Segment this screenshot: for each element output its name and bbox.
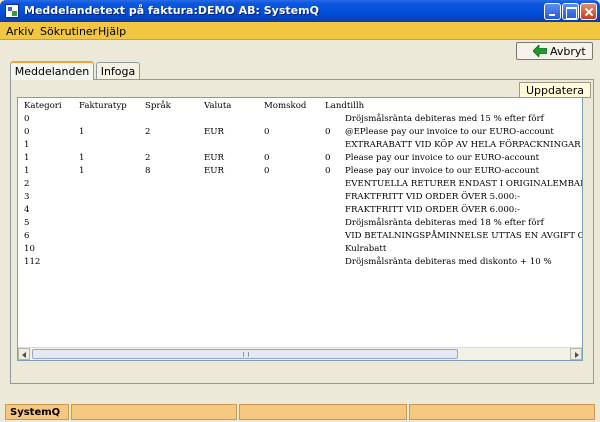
scroll-right-button[interactable] xyxy=(570,348,582,360)
cell-valuta: EUR xyxy=(204,153,224,163)
table-row[interactable]: 0 1 2 EUR 0 0 @EPlease pay our invoice to our … xyxy=(18,127,582,140)
cell-kategori: 2 xyxy=(24,179,30,189)
status-app-label: SystemQ xyxy=(10,407,61,418)
refresh-button[interactable]: Uppdatera xyxy=(519,82,591,98)
menu-bar: Arkiv Sökrutiner Hjälp xyxy=(0,22,600,40)
cell-message: Dröjsmålsränta debiteras med 18 % efter … xyxy=(345,218,544,228)
cell-message: Please pay our invoice to our EURO-accou… xyxy=(345,153,540,163)
status-cell xyxy=(409,404,595,420)
cell-landtillh: 0 xyxy=(325,153,331,163)
menu-sokrutiner[interactable]: Sökrutiner xyxy=(40,25,97,38)
table-row[interactable]: 2 EVENTUELLA RETURER ENDAST I ORIGINALEMB… xyxy=(18,179,582,192)
cell-kategori: 1 xyxy=(24,140,30,150)
status-cell xyxy=(239,404,407,420)
horizontal-scrollbar[interactable] xyxy=(18,347,582,360)
cell-kategori: 3 xyxy=(24,192,30,202)
cell-kategori: 10 xyxy=(24,244,35,254)
table-row[interactable]: 112 Dröjsmålsränta debiteras med diskonto… xyxy=(18,257,582,270)
cell-message: FRAKTFRITT VID ORDER ÖVER 6.000:- xyxy=(345,205,521,215)
cell-landtillh: 0 xyxy=(325,127,331,137)
cancel-label: Avbryt xyxy=(550,45,586,58)
cell-momskod: 0 xyxy=(264,127,270,137)
close-button[interactable] xyxy=(580,3,597,20)
table-row[interactable]: 6 VID BETALNINGSPÅMINNELSE UTTAS EN AVGIF… xyxy=(18,231,582,244)
table-row[interactable]: 0 Dröjsmålsränta debiteras med 15 % efter… xyxy=(18,114,582,127)
table-row[interactable]: 5 Dröjsmålsränta debiteras med 18 % efter… xyxy=(18,218,582,231)
back-arrow-icon xyxy=(533,45,547,57)
cell-kategori: 4 xyxy=(24,205,30,215)
window-title: Meddelandetext på faktura:DEMO AB: Syste… xyxy=(24,4,319,17)
messages-panel: Uppdatera Kategori Fakturatyp Språk Valu… xyxy=(10,79,594,384)
table-row[interactable]: 1 1 8 EUR 0 0 Please pay our invoice to our EU… xyxy=(18,166,582,179)
menu-hjalp[interactable]: Hjälp xyxy=(98,25,126,38)
cell-momskod: 0 xyxy=(264,153,270,163)
title-bar[interactable]: Meddelandetext på faktura:DEMO AB: Syste… xyxy=(0,0,600,22)
cell-message: Please pay our invoice to our EURO-accou… xyxy=(345,166,540,176)
cell-sprak: 2 xyxy=(145,153,151,163)
cell-message: @EPlease pay our invoice to our EURO-acc… xyxy=(345,127,554,137)
table-row[interactable]: 1 1 2 EUR 0 0 Please pay our invoice to our EU… xyxy=(18,153,582,166)
tab-meddelanden[interactable]: Meddelanden xyxy=(10,61,94,80)
tab-infoga[interactable]: Infoga xyxy=(96,62,140,79)
cell-fakturatyp: 1 xyxy=(79,153,85,163)
column-header-valuta: Valuta xyxy=(204,101,232,111)
column-header-kategori: Kategori xyxy=(24,101,62,111)
cell-message: Kulrabatt xyxy=(345,244,387,254)
cell-message: Dröjsmålsränta debiteras med diskonto + … xyxy=(345,257,552,267)
cell-message: Dröjsmålsränta debiteras med 15 % efter … xyxy=(345,114,544,124)
minimize-button[interactable] xyxy=(544,3,561,20)
table-header: Kategori Fakturatyp Språk Valuta Momskod… xyxy=(18,101,582,114)
maximize-button[interactable] xyxy=(562,3,579,20)
column-header-fakturatyp: Fakturatyp xyxy=(79,101,127,111)
cell-message: EVENTUELLA RETURER ENDAST I ORIGINALEMBA… xyxy=(345,179,583,189)
cell-kategori: 0 xyxy=(24,114,30,124)
table-row[interactable]: 10 Kulrabatt xyxy=(18,244,582,257)
cell-kategori: 112 xyxy=(24,257,41,267)
cell-kategori: 1 xyxy=(24,153,30,163)
menu-arkiv[interactable]: Arkiv xyxy=(6,25,34,38)
cell-message: EXTRARABATT VID KÖP AV HELA FÖRPACKNINGA… xyxy=(345,140,581,150)
cell-fakturatyp: 1 xyxy=(79,127,85,137)
status-bar: SystemQ xyxy=(0,402,600,422)
cell-message: VID BETALNINGSPÅMINNELSE UTTAS EN AVGIFT… xyxy=(345,231,583,241)
cell-sprak: 2 xyxy=(145,127,151,137)
cancel-button[interactable]: Avbryt xyxy=(516,42,593,60)
scroll-thumb[interactable] xyxy=(32,349,458,359)
message-list[interactable]: Kategori Fakturatyp Språk Valuta Momskod… xyxy=(17,97,583,361)
column-header-landtillh: Landtillh xyxy=(325,101,365,111)
status-cell-app: SystemQ xyxy=(5,404,69,420)
table-row[interactable]: 3 FRAKTFRITT VID ORDER ÖVER 5.000:- xyxy=(18,192,582,205)
tab-label: Meddelanden xyxy=(14,65,90,78)
cell-kategori: 5 xyxy=(24,218,30,228)
app-icon[interactable] xyxy=(5,4,19,18)
cell-valuta: EUR xyxy=(204,166,224,176)
table-row[interactable]: 4 FRAKTFRITT VID ORDER ÖVER 6.000:- xyxy=(18,205,582,218)
cell-valuta: EUR xyxy=(204,127,224,137)
cell-momskod: 0 xyxy=(264,166,270,176)
column-header-sprak: Språk xyxy=(145,101,171,111)
table-row[interactable]: 1 EXTRARABATT VID KÖP AV HELA FÖRPACKNING… xyxy=(18,140,582,153)
cell-sprak: 8 xyxy=(145,166,151,176)
column-header-momskod: Momskod xyxy=(264,101,307,111)
scroll-left-button[interactable] xyxy=(18,348,30,360)
cell-landtillh: 0 xyxy=(325,166,331,176)
cell-kategori: 6 xyxy=(24,231,30,241)
cell-message: FRAKTFRITT VID ORDER ÖVER 5.000:- xyxy=(345,192,521,202)
tab-label: Infoga xyxy=(100,65,136,78)
cell-fakturatyp: 1 xyxy=(79,166,85,176)
cell-kategori: 0 xyxy=(24,127,30,137)
cell-kategori: 1 xyxy=(24,166,30,176)
refresh-label: Uppdatera xyxy=(525,84,585,97)
status-cell xyxy=(71,404,237,420)
